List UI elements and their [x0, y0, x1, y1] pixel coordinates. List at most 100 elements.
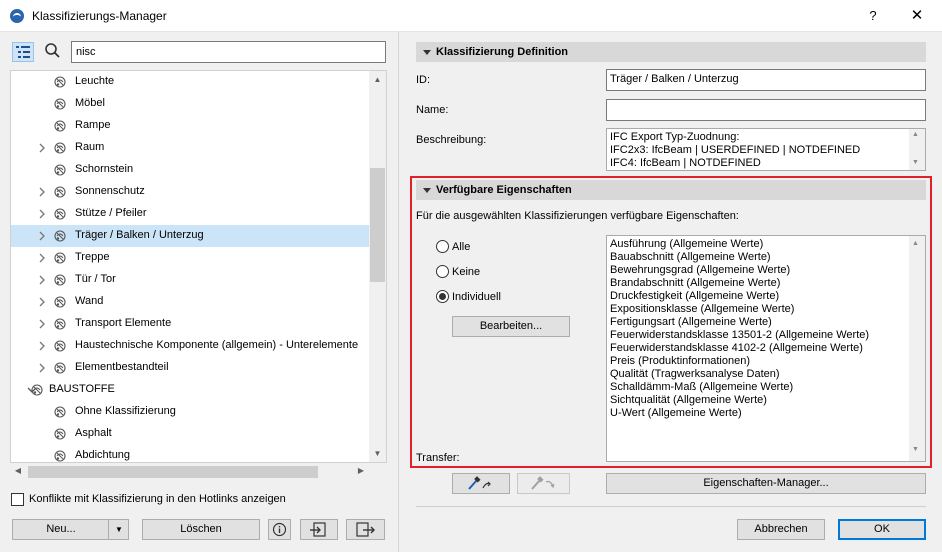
tree-item[interactable]: Raum: [11, 137, 369, 159]
scroll-down-arrow-icon[interactable]: ▼: [912, 159, 919, 166]
tree-item[interactable]: Tür / Tor: [11, 269, 369, 291]
chevron-right-icon[interactable]: [37, 209, 47, 219]
chevron-right-icon[interactable]: [37, 143, 47, 153]
property-list-item[interactable]: Feuerwiderstandsklasse 13501-2 (Allgemei…: [610, 329, 922, 342]
tree-item[interactable]: Ohne Klassifizierung: [11, 401, 369, 423]
tree-item-label: Raum: [75, 141, 105, 153]
cancel-button[interactable]: Abbrechen: [737, 519, 825, 540]
chevron-right-icon[interactable]: [37, 231, 47, 241]
tree-scroll-thumb[interactable]: [370, 168, 385, 282]
pane-divider[interactable]: [398, 32, 399, 552]
ok-button[interactable]: OK: [838, 519, 926, 540]
chevron-down-icon[interactable]: ▼: [112, 521, 126, 538]
tree-view-toggle-button[interactable]: [12, 42, 34, 62]
new-button-label: Neu...: [46, 523, 76, 535]
properties-manager-button[interactable]: Eigenschaften-Manager...: [606, 473, 926, 494]
tree-item[interactable]: Stütze / Pfeiler: [11, 203, 369, 225]
tree-item[interactable]: Transport Elemente: [11, 313, 369, 335]
edit-properties-button[interactable]: Bearbeiten...: [452, 316, 570, 337]
property-list-item[interactable]: Preis (Produktinformationen): [610, 355, 922, 368]
search-input[interactable]: [71, 41, 386, 63]
property-list-item[interactable]: Brandabschnitt (Allgemeine Werte): [610, 277, 922, 290]
tree-item[interactable]: Treppe: [11, 247, 369, 269]
tree-item[interactable]: Elementbestandteil: [11, 357, 369, 379]
description-scrollbar[interactable]: ▲ ▼: [909, 129, 925, 170]
radio-all[interactable]: [436, 240, 449, 253]
tree-item-label: Leuchte: [75, 75, 115, 87]
tree-item[interactable]: Wand: [11, 291, 369, 313]
chevron-right-icon[interactable]: [37, 253, 47, 263]
chevron-right-icon[interactable]: [37, 341, 47, 351]
property-list-item[interactable]: Bauabschnitt (Allgemeine Werte): [610, 251, 922, 264]
property-list-item[interactable]: Feuerwiderstandsklasse 4102-2 (Allgemein…: [610, 342, 922, 355]
radio-all-label[interactable]: Alle: [452, 241, 470, 253]
properties-intro-text: Für die ausgewählten Klassifizierungen v…: [416, 210, 739, 222]
collapse-triangle-icon: [423, 188, 431, 193]
tree-view-icon: [16, 46, 30, 58]
tree-item[interactable]: Schornstein: [11, 159, 369, 181]
scroll-up-arrow-icon[interactable]: ▲: [912, 131, 919, 138]
property-list-item[interactable]: Qualität (Tragwerksanalyse Daten): [610, 368, 922, 381]
tree-item[interactable]: Asphalt: [11, 423, 369, 445]
tree-item[interactable]: BAUSTOFFE: [11, 379, 369, 401]
scroll-down-arrow-icon[interactable]: ▼: [912, 446, 919, 453]
tree-hscroll-thumb[interactable]: [28, 466, 318, 478]
property-list-item[interactable]: Druckfestigkeit (Allgemeine Werte): [610, 290, 922, 303]
scroll-right-arrow-icon[interactable]: ▶: [354, 464, 368, 478]
scroll-left-arrow-icon[interactable]: ◀: [11, 464, 25, 478]
property-list-item[interactable]: Schalldämm-Maß (Allgemeine Werte): [610, 381, 922, 394]
radio-none[interactable]: [436, 265, 449, 278]
tree-item-label: Treppe: [75, 251, 110, 263]
description-line: IFC Export Typ-Zuodnung:: [610, 131, 740, 143]
scroll-down-arrow-icon[interactable]: ▼: [369, 446, 386, 462]
scroll-up-arrow-icon[interactable]: ▲: [369, 72, 386, 88]
property-list-item[interactable]: Sichtqualität (Allgemeine Werte): [610, 394, 922, 407]
name-field[interactable]: [606, 99, 926, 121]
radio-individual[interactable]: [436, 290, 449, 303]
description-field[interactable]: IFC Export Typ-Zuodnung: IFC2x3: IfcBeam…: [606, 128, 926, 171]
property-list-item[interactable]: Ausführung (Allgemeine Werte): [610, 238, 922, 251]
radio-individual-label[interactable]: Individuell: [452, 291, 501, 303]
chevron-right-icon[interactable]: [37, 187, 47, 197]
classification-icon: [53, 141, 67, 155]
classification-icon: [53, 229, 67, 243]
property-list-item[interactable]: U-Wert (Allgemeine Werte): [610, 407, 922, 420]
tree-item[interactable]: Rampe: [11, 115, 369, 137]
radio-none-label[interactable]: Keine: [452, 266, 480, 278]
classification-tree[interactable]: Leuchte Möbel Rampe Raum Schornstein Sonnensc…: [10, 70, 387, 463]
chevron-right-icon[interactable]: [37, 275, 47, 285]
info-button[interactable]: [268, 519, 291, 540]
tree-item[interactable]: Sonnenschutz: [11, 181, 369, 203]
pick-up-parameters-button[interactable]: [452, 473, 510, 494]
search-icon: [44, 42, 62, 60]
chevron-right-icon[interactable]: [37, 297, 47, 307]
id-field[interactable]: Träger / Balken / Unterzug: [606, 69, 926, 91]
export-button[interactable]: [346, 519, 385, 540]
property-list-item[interactable]: Fertigungsart (Allgemeine Werte): [610, 316, 922, 329]
tree-item-label: Stütze / Pfeiler: [75, 207, 147, 219]
tree-item-label: Abdichtung: [75, 449, 131, 461]
tree-item[interactable]: Möbel: [11, 93, 369, 115]
property-list-item[interactable]: Bewehrungsgrad (Allgemeine Werte): [610, 264, 922, 277]
tree-item-label: Wand: [75, 295, 104, 307]
inject-parameters-button[interactable]: [517, 473, 570, 494]
properties-list[interactable]: Ausführung (Allgemeine Werte) Bauabschnit…: [606, 235, 926, 462]
show-hotlink-conflicts-checkbox[interactable]: [11, 493, 24, 506]
chevron-right-icon[interactable]: [37, 319, 47, 329]
delete-button[interactable]: Löschen: [142, 519, 260, 540]
close-button[interactable]: ✕: [904, 6, 930, 26]
tree-item[interactable]: Träger / Balken / Unterzug: [11, 225, 369, 247]
tree-item[interactable]: Leuchte: [11, 71, 369, 93]
chevron-right-icon[interactable]: [37, 363, 47, 373]
property-list-item[interactable]: Expositionsklasse (Allgemeine Werte): [610, 303, 922, 316]
scroll-up-arrow-icon[interactable]: ▲: [912, 240, 919, 247]
properties-section-header[interactable]: Verfügbare Eigenschaften: [416, 180, 926, 200]
tree-item[interactable]: Abdichtung: [11, 445, 369, 462]
help-button[interactable]: ?: [862, 6, 884, 26]
properties-list-scrollbar[interactable]: ▲ ▼: [909, 236, 925, 461]
import-button[interactable]: [300, 519, 338, 540]
definition-section-header[interactable]: Klassifizierung Definition: [416, 42, 926, 62]
classification-icon: [53, 427, 67, 441]
syringe-icon: [531, 476, 555, 490]
tree-item[interactable]: Haustechnische Komponente (allgemein) - …: [11, 335, 369, 357]
